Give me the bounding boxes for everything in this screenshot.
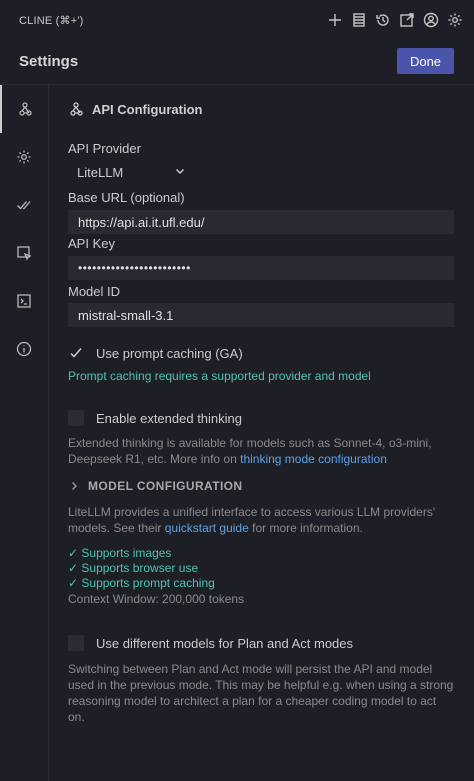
terminal-icon bbox=[17, 294, 31, 308]
quickstart-guide-link[interactable]: quickstart guide bbox=[165, 521, 249, 535]
window-title: CLINE (⌘+') bbox=[19, 15, 84, 27]
supports-browser-use: ✓ Supports browser use bbox=[68, 561, 199, 575]
api-provider-label: API Provider bbox=[68, 141, 141, 156]
api-key-value: •••••••••••••••••••••••• bbox=[78, 261, 191, 275]
supports-prompt-caching: ✓ Supports prompt caching bbox=[68, 576, 215, 590]
sidebar-item-api-configuration[interactable] bbox=[0, 85, 48, 133]
prompt-caching-label: Use prompt caching (GA) bbox=[96, 345, 243, 361]
thinking-mode-link[interactable]: thinking mode configuration bbox=[240, 452, 387, 466]
model-id-input[interactable]: mistral-small-3.1 bbox=[68, 303, 454, 327]
litellm-text-end: for more information. bbox=[252, 521, 363, 535]
info-icon bbox=[16, 341, 32, 357]
api-key-label: API Key bbox=[68, 236, 115, 251]
litellm-description: LiteLLM provides a unified interface to … bbox=[68, 504, 454, 536]
history-icon[interactable] bbox=[374, 11, 392, 29]
plan-act-checkbox[interactable] bbox=[68, 635, 84, 651]
supports-images: ✓ Supports images bbox=[68, 546, 172, 560]
plus-icon[interactable] bbox=[326, 11, 344, 29]
sidebar-item-features[interactable] bbox=[0, 181, 48, 229]
base-url-input[interactable]: https://api.ai.it.ufl.edu/ bbox=[68, 210, 454, 234]
api-provider-select[interactable]: LiteLLM bbox=[68, 161, 196, 183]
plan-act-description: Switching between Plan and Act mode will… bbox=[68, 662, 454, 724]
toolbar-icons bbox=[326, 11, 464, 29]
database-icon[interactable] bbox=[350, 11, 368, 29]
prompt-caching-row[interactable]: Use prompt caching (GA) bbox=[68, 345, 243, 361]
base-url-label: Base URL (optional) bbox=[68, 190, 185, 205]
model-id-value: mistral-small-3.1 bbox=[78, 307, 174, 323]
prompt-caching-note: Prompt caching requires a supported prov… bbox=[68, 369, 371, 383]
api-key-input[interactable]: •••••••••••••••••••••••• bbox=[68, 256, 454, 280]
sidebar-item-about[interactable] bbox=[0, 325, 48, 373]
chevron-right-icon bbox=[72, 482, 77, 490]
browser-icon bbox=[17, 246, 32, 261]
plan-act-row[interactable]: Use different models for Plan and Act mo… bbox=[68, 635, 353, 651]
gear-icon bbox=[17, 150, 31, 164]
settings-sidebar bbox=[0, 85, 49, 781]
gear-icon[interactable] bbox=[446, 11, 464, 29]
sidebar-item-general[interactable] bbox=[0, 133, 48, 181]
page-title: Settings bbox=[19, 53, 79, 70]
prompt-caching-checkbox[interactable] bbox=[68, 345, 84, 361]
model-configuration-title: MODEL CONFIGURATION bbox=[88, 479, 243, 493]
context-window: Context Window: 200,000 tokens bbox=[68, 592, 245, 606]
extended-thinking-row[interactable]: Enable extended thinking bbox=[68, 410, 242, 426]
sidebar-item-terminal[interactable] bbox=[0, 277, 48, 325]
extended-thinking-label: Enable extended thinking bbox=[96, 410, 243, 426]
api-config-icon bbox=[19, 102, 32, 116]
model-id-label: Model ID bbox=[68, 284, 121, 299]
section-title: API Configuration bbox=[92, 101, 203, 117]
sidebar-item-browser[interactable] bbox=[0, 229, 48, 277]
base-url-value: https://api.ai.it.ufl.edu/ bbox=[78, 214, 205, 230]
account-icon[interactable] bbox=[422, 11, 440, 29]
top-bar: CLINE (⌘+') bbox=[0, 0, 474, 40]
extended-thinking-checkbox[interactable] bbox=[68, 410, 84, 426]
plan-act-label: Use different models for Plan and Act mo… bbox=[96, 635, 354, 651]
settings-main: API Configuration API Provider LiteLLM B… bbox=[48, 85, 474, 781]
extended-thinking-description: Extended thinking is available for model… bbox=[68, 435, 454, 467]
api-provider-value: LiteLLM bbox=[77, 164, 124, 180]
external-link-icon[interactable] bbox=[398, 11, 416, 29]
section-header: API Configuration bbox=[68, 101, 203, 117]
checkmark-icon bbox=[70, 348, 82, 358]
check-all-icon bbox=[17, 201, 31, 210]
model-configuration-toggle[interactable]: MODEL CONFIGURATION bbox=[68, 479, 242, 493]
done-button[interactable]: Done bbox=[397, 48, 454, 74]
api-config-icon bbox=[70, 102, 83, 116]
chevron-down-icon bbox=[174, 165, 186, 177]
